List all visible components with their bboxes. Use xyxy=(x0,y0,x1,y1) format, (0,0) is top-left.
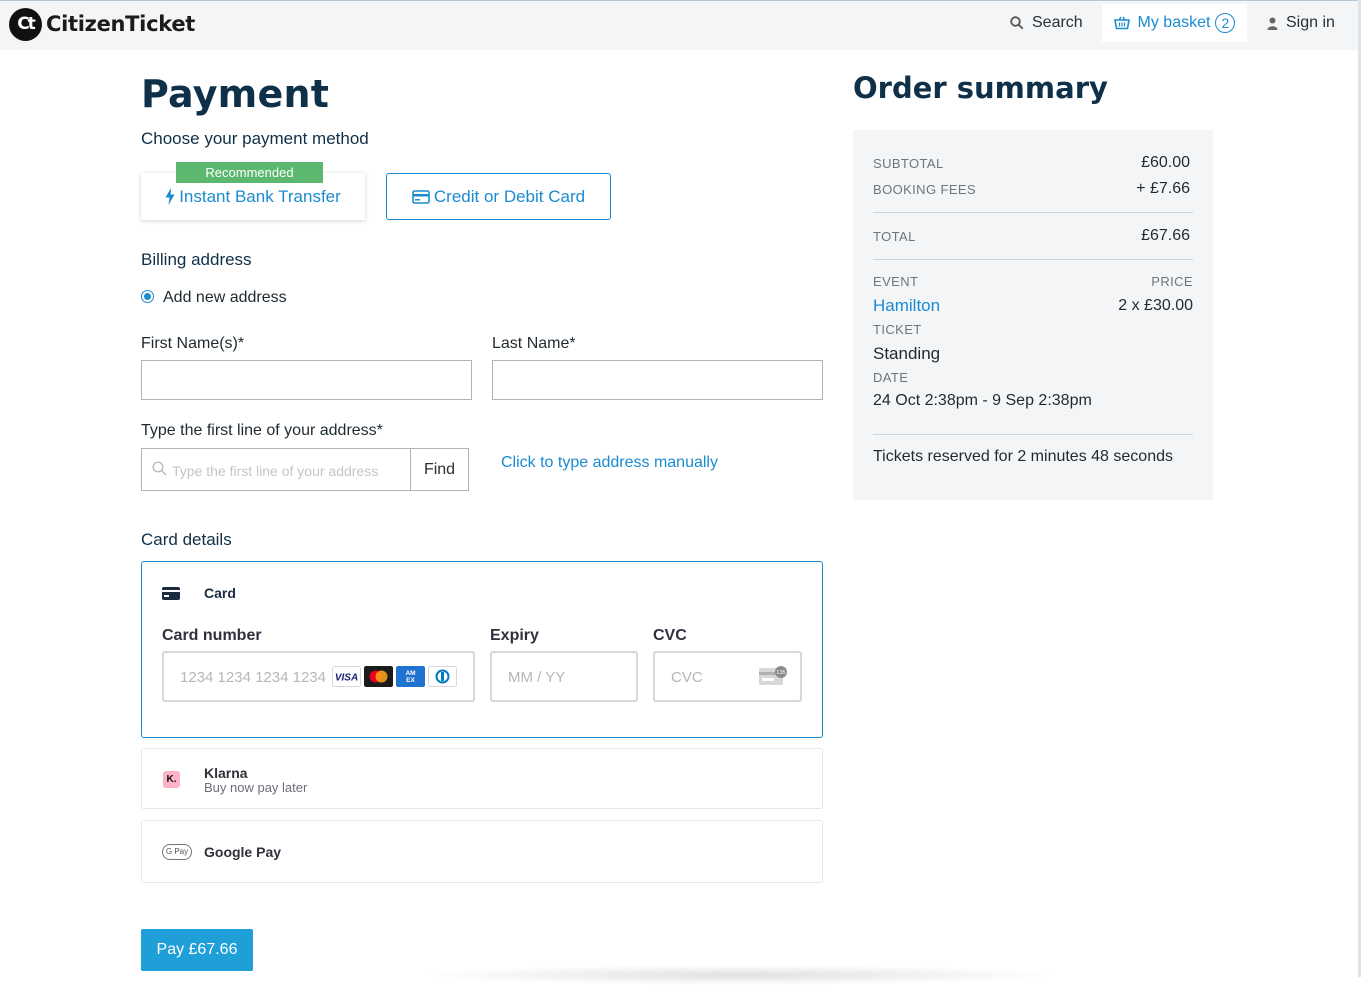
basket-icon xyxy=(1113,16,1130,30)
reservation-timer: Tickets reserved for 2 minutes 48 second… xyxy=(873,448,1173,465)
first-name-field[interactable] xyxy=(141,360,472,400)
pay-button[interactable]: Pay £67.66 xyxy=(141,929,253,971)
user-icon xyxy=(1267,17,1278,30)
basket-count-badge: 2 xyxy=(1215,13,1236,33)
nav-search-link[interactable]: Search xyxy=(1010,14,1083,32)
booking-fees-label: BOOKING FEES xyxy=(873,182,977,197)
nav-signin-label: Sign in xyxy=(1286,14,1335,31)
bottom-shadow xyxy=(420,965,1060,985)
search-icon xyxy=(152,461,167,476)
cvc-card-icon: 135 xyxy=(759,666,787,685)
page-title: Payment xyxy=(141,72,330,116)
order-summary-panel: SUBTOTAL £60.00 BOOKING FEES + £7.66 TOT… xyxy=(853,130,1213,500)
lightning-icon xyxy=(165,188,175,205)
logo-icon[interactable]: Ct xyxy=(9,8,42,41)
nav-signin-link[interactable]: Sign in xyxy=(1267,14,1335,32)
date-value: 24 Oct 2:38pm - 9 Sep 2:38pm xyxy=(873,392,1092,409)
nav-search-label: Search xyxy=(1032,14,1083,31)
event-label: EVENT xyxy=(873,274,919,289)
billing-address-heading: Billing address xyxy=(141,250,252,269)
instant-bank-transfer-label: Instant Bank Transfer xyxy=(179,186,341,206)
card-tab-label: Card xyxy=(204,585,236,601)
card-number-input[interactable] xyxy=(178,653,337,702)
recommended-badge: Recommended xyxy=(176,162,323,183)
last-name-field[interactable] xyxy=(492,360,823,400)
find-address-button[interactable]: Find xyxy=(410,448,469,491)
card-payment-panel[interactable]: Card Card number VISA AM EX Expiry CVC xyxy=(141,561,823,738)
google-pay-name: Google Pay xyxy=(204,844,282,860)
price-label: PRICE xyxy=(1151,274,1193,289)
event-name-link[interactable]: Hamilton xyxy=(873,296,940,316)
date-label: DATE xyxy=(873,370,909,385)
total-label: TOTAL xyxy=(873,229,916,244)
order-summary-title: Order summary xyxy=(853,71,1108,105)
card-details-heading: Card details xyxy=(141,530,232,549)
top-nav-bar: Ct CitizenTicket Search My basket 2 Sign… xyxy=(0,0,1361,50)
google-pay-icon: G Pay xyxy=(162,844,192,860)
svg-text:EX: EX xyxy=(406,677,415,684)
expiry-input[interactable] xyxy=(506,653,630,702)
expiry-box xyxy=(490,651,638,702)
cvc-box: 135 xyxy=(653,651,802,702)
klarna-name: Klarna xyxy=(204,765,248,781)
svg-text:VISA: VISA xyxy=(335,673,358,684)
add-new-address-radio[interactable] xyxy=(141,290,154,303)
mastercard-icon xyxy=(364,666,393,687)
klarna-icon: K. xyxy=(163,771,180,788)
summary-divider xyxy=(873,259,1193,260)
address-search-box xyxy=(141,448,412,492)
search-icon xyxy=(1010,16,1024,30)
nav-basket-link[interactable]: My basket 2 xyxy=(1102,4,1247,42)
nav-basket-label: My basket xyxy=(1137,14,1211,31)
credit-debit-card-button[interactable]: Credit or Debit Card xyxy=(386,173,611,220)
summary-divider xyxy=(873,434,1193,435)
choose-method-heading: Choose your payment method xyxy=(141,129,369,148)
klarna-option[interactable]: K. Klarna Buy now pay later xyxy=(141,748,823,809)
ticket-value: Standing xyxy=(873,344,941,363)
cvc-input[interactable] xyxy=(669,653,763,702)
card-number-box: VISA AM EX xyxy=(162,651,475,702)
credit-debit-card-label: Credit or Debit Card xyxy=(433,186,586,206)
svg-text:AM: AM xyxy=(405,670,415,677)
diners-club-icon xyxy=(428,666,457,687)
card-number-label: Card number xyxy=(162,627,262,644)
google-pay-option[interactable]: G Pay Google Pay xyxy=(141,820,823,883)
logo-text[interactable]: CitizenTicket xyxy=(46,12,195,36)
subtotal-value: £60.00 xyxy=(1141,154,1190,171)
cvc-icon-text: 135 xyxy=(776,670,785,676)
card-icon xyxy=(162,587,180,600)
ticket-label: TICKET xyxy=(873,322,922,337)
last-name-label: Last Name* xyxy=(492,335,576,352)
address-search-input[interactable] xyxy=(170,449,409,492)
visa-icon: VISA xyxy=(332,666,361,687)
first-name-label: First Name(s)* xyxy=(141,335,245,352)
subtotal-label: SUBTOTAL xyxy=(873,156,944,171)
total-value: £67.66 xyxy=(1141,227,1190,244)
amex-icon: AM EX xyxy=(396,666,425,687)
address-line-label: Type the first line of your address* xyxy=(141,422,383,439)
credit-card-icon xyxy=(412,189,430,204)
klarna-subtitle: Buy now pay later xyxy=(204,780,308,795)
booking-fees-value: + £7.66 xyxy=(1136,180,1190,197)
expiry-label: Expiry xyxy=(490,627,539,644)
add-new-address-label[interactable]: Add new address xyxy=(163,289,287,307)
price-value: 2 x £30.00 xyxy=(1118,297,1193,314)
type-address-manually-link[interactable]: Click to type address manually xyxy=(501,454,718,472)
cvc-label: CVC xyxy=(653,627,687,644)
summary-divider xyxy=(873,212,1193,213)
